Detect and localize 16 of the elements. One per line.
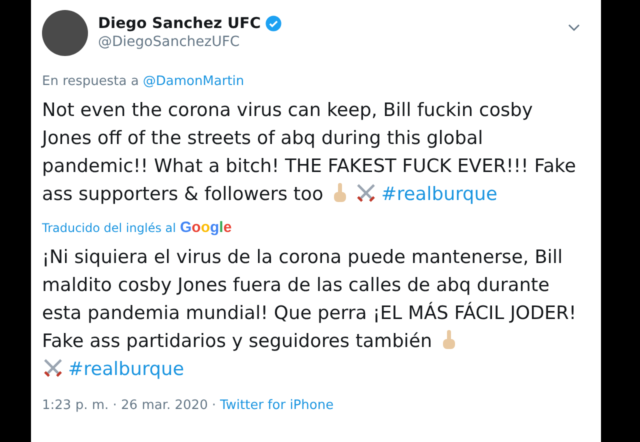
source-link[interactable]: Twitter for iPhone	[220, 398, 334, 413]
crossed-swords-icon	[42, 357, 64, 379]
google-logo[interactable]: Google	[180, 219, 232, 236]
hashtag-link[interactable]: #realburque	[381, 184, 498, 205]
mention-link[interactable]: @DamonMartin	[142, 74, 244, 89]
tweet-text: Not even the corona virus can keep, Bill fuckin cosby Jones off of the streets of abq during this global pandemic!! What a bitch! THE FAKEST FUCK EVER!!! Fake ass supporters & followers too #realburque	[42, 99, 577, 207]
translated-text: ¡Ni siquiera el virus de la corona puede mantenerse, Bill maldito cosby Jones fuera de las calles de abq durante esta pandemia mundial! Que perra ¡EL MÁS FÁCIL JODER! Fake ass partidarios y seguidores también #realburque	[42, 246, 578, 382]
hashtag-link[interactable]: #realburque	[68, 359, 184, 380]
avatar[interactable]	[42, 10, 88, 56]
translation-label: Traducido del inglés al	[42, 221, 176, 235]
crossed-swords-icon	[355, 182, 378, 204]
timestamp[interactable]: 1:23 p. m. · 26 mar. 2020	[42, 398, 208, 413]
author-name[interactable]: Diego Sanchez UFC	[98, 14, 261, 32]
author-handle[interactable]: @DiegoSanchezUFC	[98, 34, 557, 50]
separator: ·	[212, 398, 216, 413]
reply-label: En respuesta a	[42, 74, 139, 89]
